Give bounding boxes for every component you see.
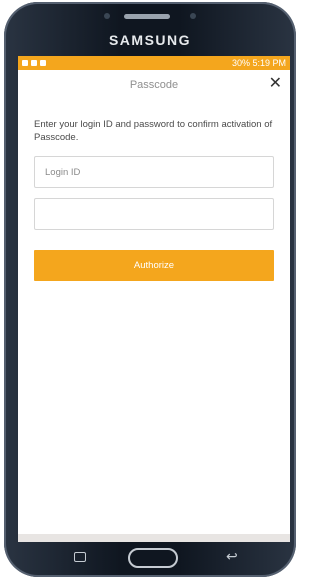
notification-icon — [40, 60, 46, 66]
brand-logo: SAMSUNG — [108, 32, 192, 48]
status-text: 30% 5:19 PM — [231, 58, 286, 68]
camera-dot — [190, 13, 196, 19]
phone-frame: SAMSUNG 30% 5:19 PM Passcode ✕ Enter you… — [4, 2, 296, 577]
notification-icon — [22, 60, 28, 66]
notification-icons — [22, 60, 46, 66]
bottom-bezel: ↩ — [4, 542, 296, 577]
close-icon[interactable]: ✕ — [269, 75, 282, 93]
screen: 30% 5:19 PM Passcode ✕ Enter your login … — [18, 56, 290, 542]
home-button[interactable] — [128, 548, 178, 568]
instructions-text: Enter your login ID and password to conf… — [34, 119, 273, 143]
authorize-button[interactable]: Authorize — [34, 250, 274, 281]
login-id-input[interactable] — [35, 157, 273, 187]
speaker-grille — [124, 14, 170, 19]
bottom-strip — [18, 534, 290, 542]
password-field[interactable] — [34, 198, 274, 230]
login-id-field[interactable] — [34, 156, 274, 188]
recent-apps-icon[interactable] — [74, 552, 86, 562]
back-icon[interactable]: ↩ — [226, 548, 238, 564]
notification-icon — [31, 60, 37, 66]
sensor-dot — [104, 13, 110, 19]
top-bezel: SAMSUNG — [4, 2, 296, 56]
password-input[interactable] — [35, 199, 273, 229]
dialog-header: Passcode ✕ — [18, 70, 290, 100]
page-title: Passcode — [129, 79, 179, 91]
status-bar: 30% 5:19 PM — [18, 56, 290, 70]
